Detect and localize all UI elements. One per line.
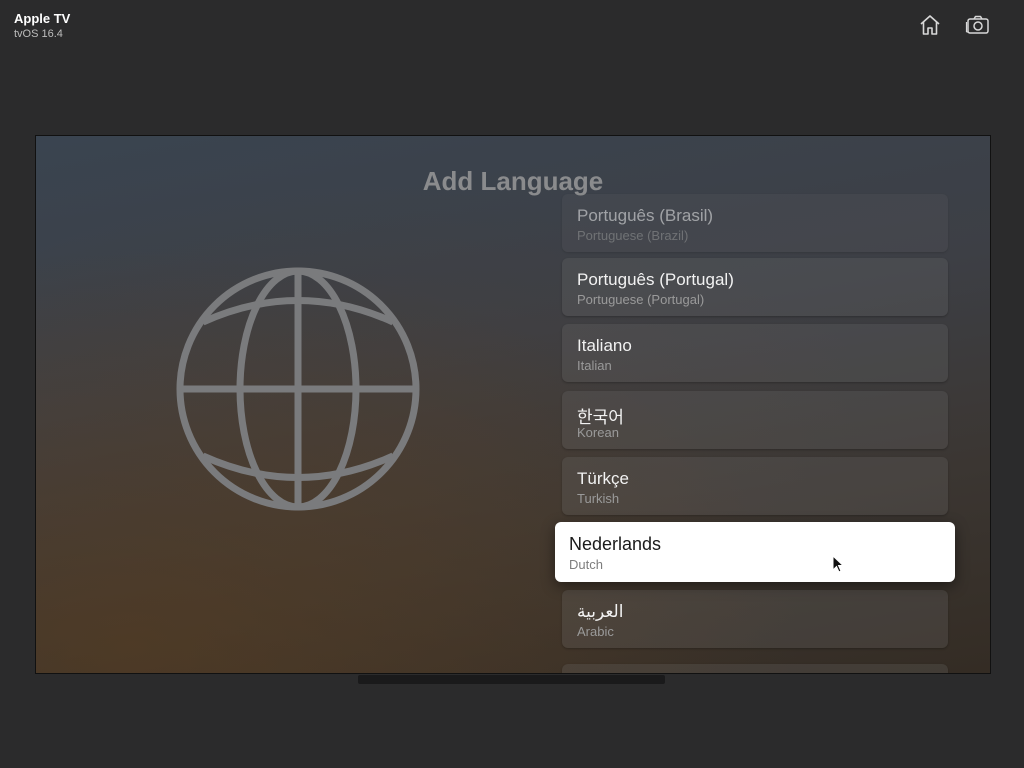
language-english-name: Turkish xyxy=(577,491,620,506)
device-name: Apple TV xyxy=(14,11,71,26)
language-english-name: Portuguese (Portugal) xyxy=(577,292,705,307)
language-english-name: Italian xyxy=(577,358,612,373)
screenshot-button[interactable] xyxy=(965,12,991,38)
tv-screen: Add Language Português (Brasil) Portugue… xyxy=(35,135,991,674)
language-list[interactable]: Português (Brasil) Portuguese (Brazil) P… xyxy=(554,194,974,673)
home-icon xyxy=(920,15,940,35)
language-native-name: Italiano xyxy=(577,336,632,355)
language-english-name: Korean xyxy=(577,425,619,440)
os-version: tvOS 16.4 xyxy=(14,28,63,40)
language-row[interactable]: Português (Portugal) Portuguese (Portuga… xyxy=(562,258,948,316)
mouse-pointer-icon xyxy=(832,555,845,573)
language-row-focused[interactable]: Nederlands Dutch xyxy=(555,522,955,582)
language-english-name: Portuguese (Brazil) xyxy=(577,228,689,243)
language-row[interactable]: Português (Brasil) Portuguese (Brazil) xyxy=(562,194,948,252)
language-english-name: Arabic xyxy=(577,624,614,639)
language-native-name: Português (Portugal) xyxy=(577,270,734,289)
language-row[interactable]: Türkçe Turkish xyxy=(562,457,948,515)
globe-icon xyxy=(176,267,420,511)
language-row-partial[interactable] xyxy=(562,664,948,673)
language-row[interactable]: 한국어 Korean xyxy=(562,391,948,449)
page-title: Add Language xyxy=(422,166,604,196)
language-row[interactable]: Italiano Italian xyxy=(562,324,948,382)
language-native-name: العربية xyxy=(577,602,624,621)
language-native-name: Português (Brasil) xyxy=(577,206,714,225)
language-native-name: Türkçe xyxy=(577,469,629,488)
screen-stand xyxy=(358,675,665,684)
language-english-name: Dutch xyxy=(569,557,603,572)
camera-icon xyxy=(965,15,989,34)
language-row[interactable]: العربية Arabic xyxy=(562,590,948,648)
home-button[interactable] xyxy=(917,12,943,38)
language-native-name: Nederlands xyxy=(569,534,662,554)
